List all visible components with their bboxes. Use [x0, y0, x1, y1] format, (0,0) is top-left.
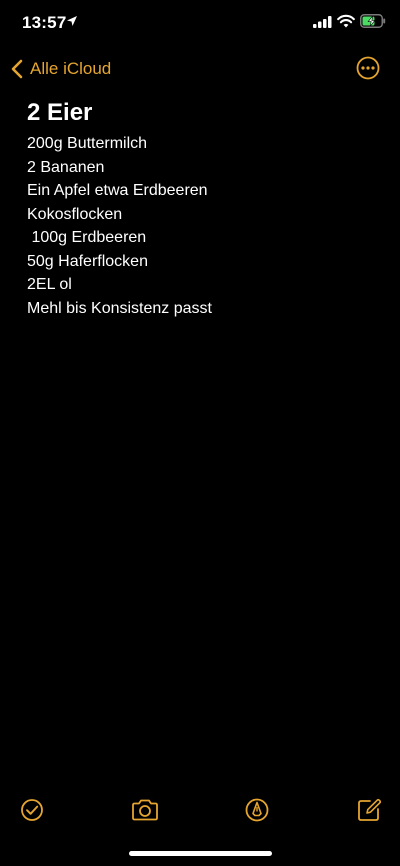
note-line[interactable]: 2EL ol: [27, 273, 377, 297]
note-line[interactable]: 200g Buttermilch: [27, 132, 377, 156]
battery-charging-icon: [360, 14, 386, 28]
back-label: Alle iCloud: [30, 59, 112, 78]
note-line[interactable]: Mehl bis Konsistenz passt: [27, 297, 377, 321]
note-line[interactable]: 2 Bananen: [27, 156, 377, 180]
camera-icon[interactable]: [130, 796, 160, 824]
back-button[interactable]: Alle iCloud: [10, 54, 111, 84]
note-body[interactable]: 2 Eier 200g Buttermilch 2 Bananen Ein Ap…: [27, 96, 377, 320]
note-line[interactable]: 50g Haferflocken: [27, 250, 377, 274]
signal-icon: [313, 16, 332, 28]
location-icon: [67, 16, 77, 26]
status-time: 13:57: [22, 13, 67, 32]
note-line[interactable]: Ein Apfel etwa Erdbeeren: [27, 179, 377, 203]
chevron-left-icon: [11, 59, 23, 79]
checklist-icon[interactable]: [18, 796, 46, 824]
note-line[interactable]: Kokosflocken: [27, 203, 377, 227]
wifi-icon: [337, 14, 355, 28]
status-bar: 13:57: [0, 0, 400, 48]
bottom-toolbar: [0, 796, 400, 826]
note-title[interactable]: 2 Eier: [27, 96, 377, 130]
compose-icon[interactable]: [355, 796, 383, 824]
ellipsis-circle-icon[interactable]: [356, 56, 380, 80]
nav-bar: Alle iCloud: [0, 52, 400, 86]
note-line[interactable]: 100g Erdbeeren: [27, 226, 377, 250]
markup-pen-icon[interactable]: [243, 796, 271, 824]
home-indicator[interactable]: [129, 851, 272, 856]
